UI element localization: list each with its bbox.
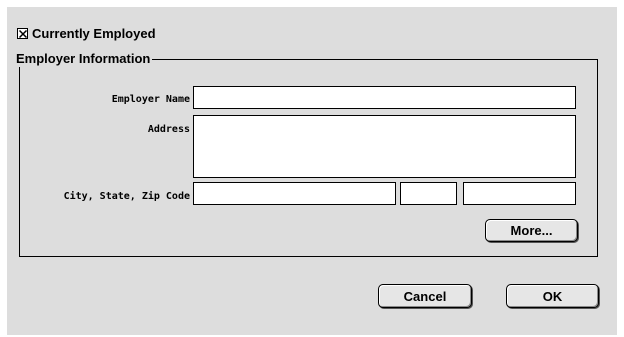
address-label: Address <box>147 124 190 135</box>
employer-name-label: Employer Name <box>111 94 190 105</box>
checkbox-x-icon <box>18 29 28 38</box>
city-input[interactable] <box>194 183 395 204</box>
cancel-button[interactable]: Cancel <box>378 284 472 308</box>
currently-employed-checkbox[interactable] <box>17 27 28 39</box>
currently-employed-label[interactable]: Currently Employed <box>32 26 156 41</box>
currently-employed-row[interactable]: Currently Employed <box>17 25 156 41</box>
address-input[interactable] <box>194 116 575 177</box>
zip-field[interactable] <box>463 182 576 205</box>
zip-input[interactable] <box>464 183 575 204</box>
city-state-zip-label: City, State, Zip Code <box>63 191 190 202</box>
employer-name-field[interactable] <box>193 86 576 109</box>
employer-information-title: Employer Information <box>14 51 153 67</box>
address-field[interactable] <box>193 115 576 178</box>
employer-name-input[interactable] <box>194 87 575 108</box>
more-button[interactable]: More... <box>485 219 578 242</box>
state-field[interactable] <box>400 182 457 205</box>
state-input[interactable] <box>401 183 456 204</box>
employer-dialog: Currently Employed Employer Information … <box>7 7 617 335</box>
ok-button[interactable]: OK <box>506 284 599 308</box>
city-field[interactable] <box>193 182 396 205</box>
